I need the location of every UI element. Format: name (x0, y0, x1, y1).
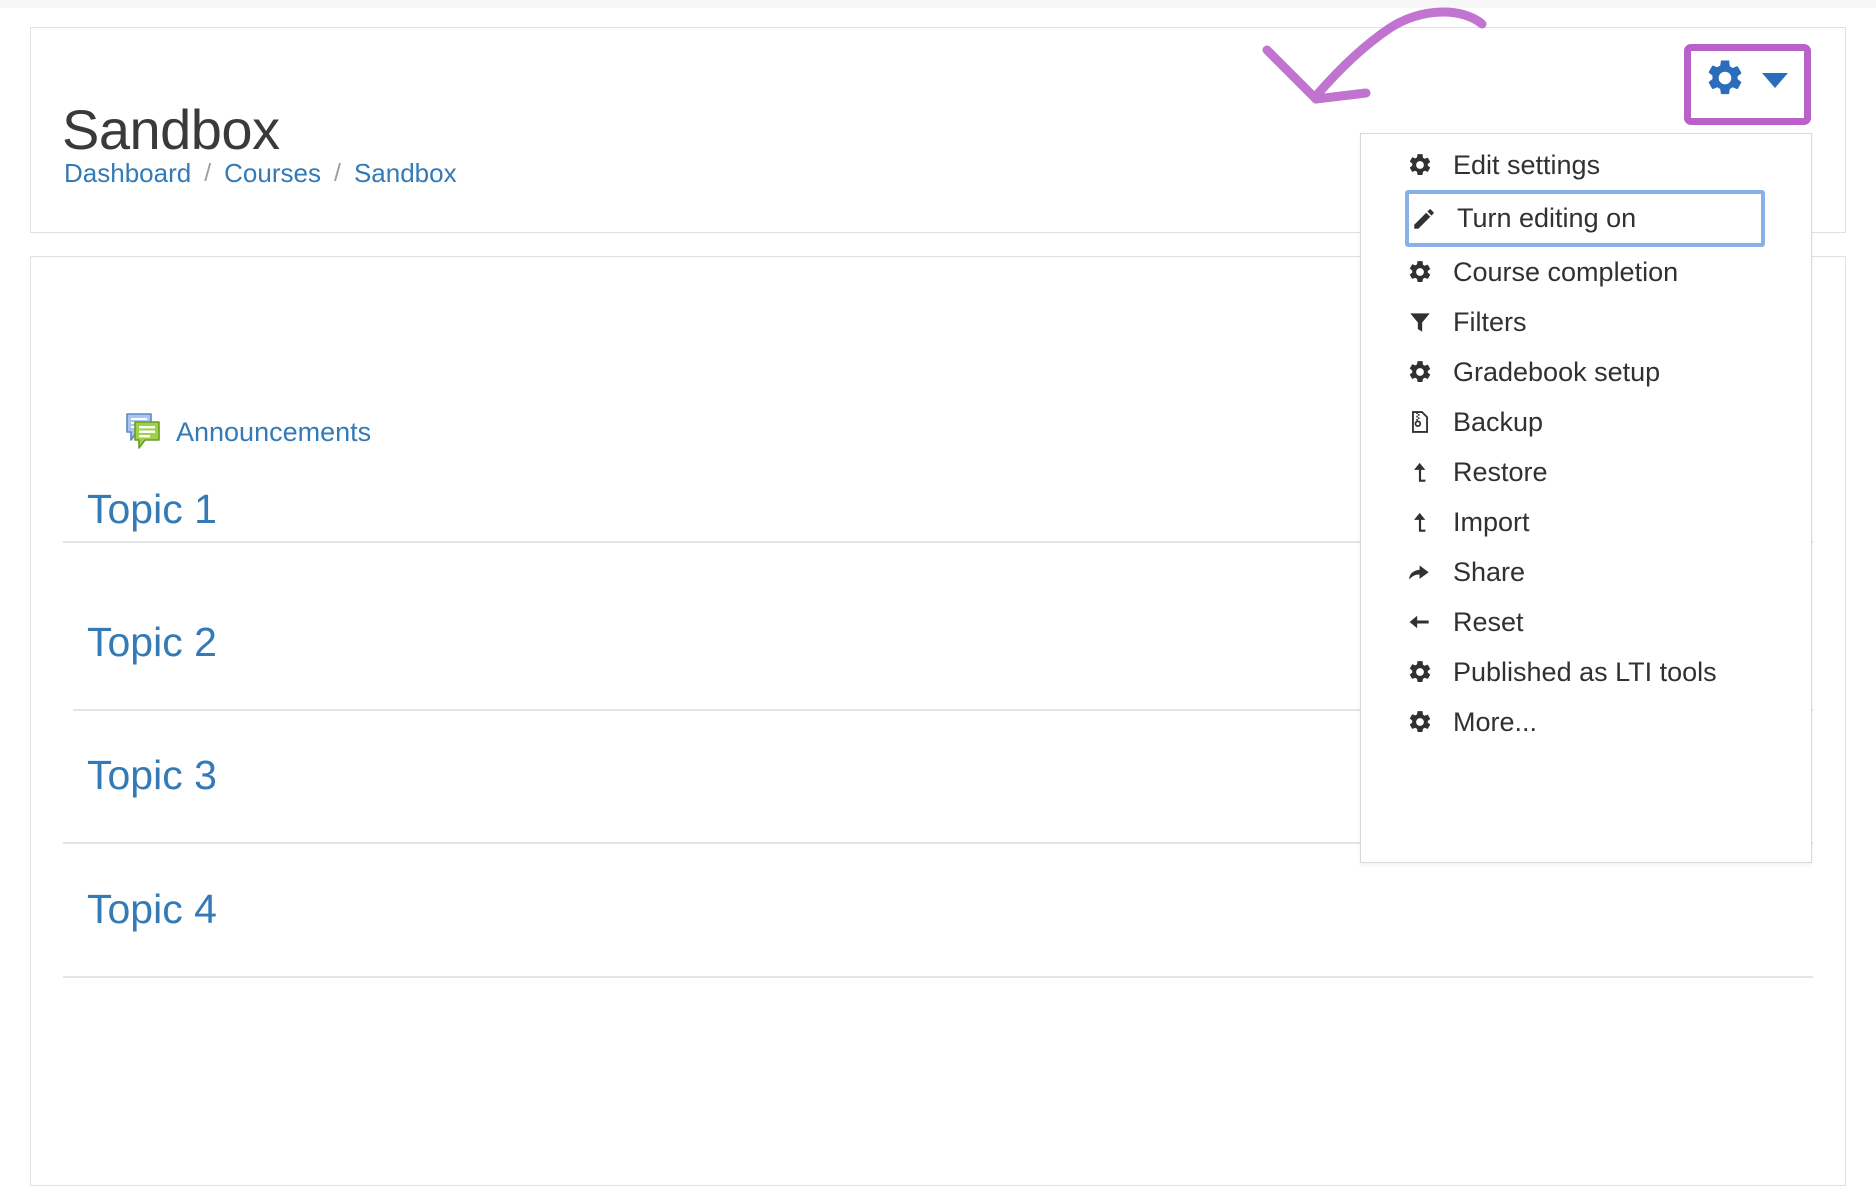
menu-item-restore[interactable]: Restore (1361, 447, 1811, 497)
menu-item-reset[interactable]: Reset (1361, 597, 1811, 647)
course-settings-dropdown-menu: Edit settings Turn editing on Course com… (1360, 133, 1812, 863)
announcements-link[interactable]: Announcements (176, 419, 371, 446)
menu-item-label: Share (1453, 556, 1526, 587)
breadcrumb-item-sandbox[interactable]: Sandbox (354, 160, 457, 186)
menu-item-edit-settings[interactable]: Edit settings (1361, 140, 1811, 190)
menu-item-label: More... (1453, 706, 1538, 737)
gear-icon (1407, 259, 1433, 285)
upload-arrow-icon (1407, 459, 1433, 485)
pencil-icon (1411, 206, 1437, 232)
forum-bubbles-icon (122, 409, 164, 456)
menu-item-turn-editing-on[interactable]: Turn editing on (1405, 190, 1765, 247)
zip-file-icon (1407, 409, 1433, 435)
breadcrumb-item-courses[interactable]: Courses (224, 160, 321, 186)
menu-item-label: Filters (1453, 306, 1527, 337)
breadcrumb-separator: / (333, 158, 341, 187)
menu-item-share[interactable]: Share (1361, 547, 1811, 597)
back-arrow-icon (1407, 609, 1433, 635)
breadcrumb-separator: / (204, 158, 212, 187)
gear-icon (1704, 57, 1746, 104)
upload-arrow-icon (1407, 509, 1433, 535)
section-link-topic-3[interactable]: Topic 3 (87, 755, 217, 796)
breadcrumb: Dashboard / Courses / Sandbox (64, 160, 457, 186)
share-arrow-icon (1407, 559, 1433, 585)
menu-item-more[interactable]: More... (1361, 697, 1811, 747)
menu-item-label: Gradebook setup (1453, 356, 1661, 387)
menu-item-label: Course completion (1453, 256, 1679, 287)
section-link-topic-4[interactable]: Topic 4 (87, 889, 217, 930)
announcements-activity[interactable]: Announcements (122, 409, 371, 456)
menu-item-import[interactable]: Import (1361, 497, 1811, 547)
gear-icon (1407, 709, 1433, 735)
menu-item-published-as-lti-tools[interactable]: Published as LTI tools (1361, 647, 1811, 697)
section-link-topic-1[interactable]: Topic 1 (87, 489, 217, 530)
menu-item-gradebook-setup[interactable]: Gradebook setup (1361, 347, 1811, 397)
chevron-down-icon (1762, 72, 1788, 88)
menu-item-course-completion[interactable]: Course completion (1361, 247, 1811, 297)
moodle-course-page: Sandbox Dashboard / Courses / Sandbox An… (0, 0, 1876, 1194)
menu-item-label: Backup (1453, 406, 1544, 437)
course-settings-gear-button[interactable] (1691, 49, 1801, 111)
page-title: Sandbox (62, 97, 280, 161)
breadcrumb-item-dashboard[interactable]: Dashboard (64, 160, 191, 186)
menu-item-label: Import (1453, 506, 1530, 537)
menu-item-label: Turn editing on (1457, 203, 1637, 233)
funnel-icon (1407, 309, 1433, 335)
gear-icon (1407, 659, 1433, 685)
page-top-strip (0, 0, 1876, 8)
menu-item-backup[interactable]: Backup (1361, 397, 1811, 447)
menu-item-label: Published as LTI tools (1453, 656, 1717, 687)
menu-item-filters[interactable]: Filters (1361, 297, 1811, 347)
menu-item-label: Reset (1453, 606, 1524, 637)
menu-item-label: Restore (1453, 456, 1548, 487)
section-divider (63, 976, 1813, 978)
menu-item-label: Edit settings (1453, 149, 1601, 180)
gear-icon (1407, 152, 1433, 178)
gear-icon (1407, 359, 1433, 385)
section-link-topic-2[interactable]: Topic 2 (87, 622, 217, 663)
